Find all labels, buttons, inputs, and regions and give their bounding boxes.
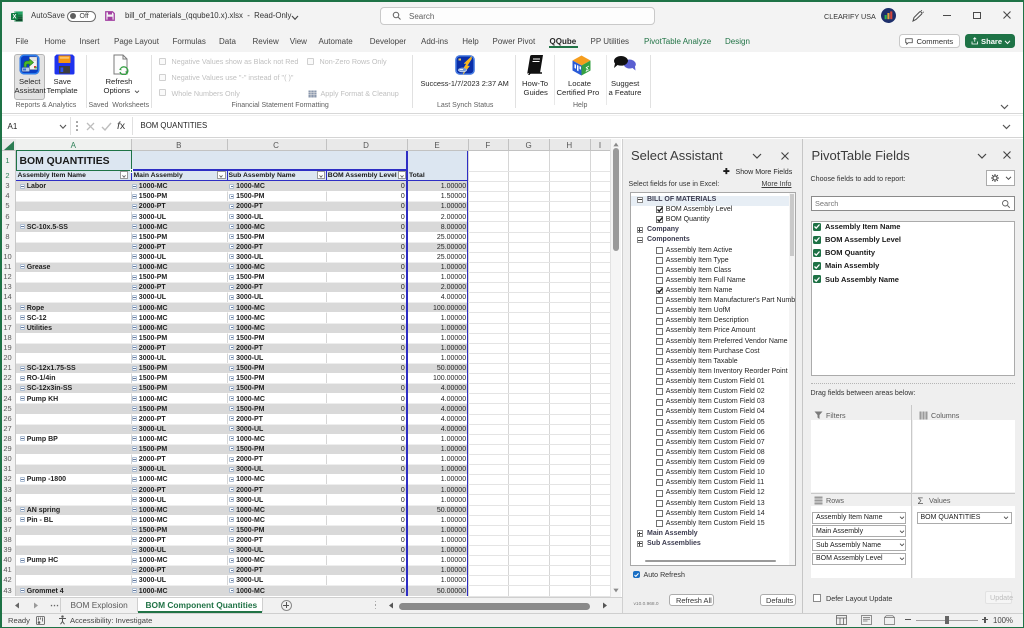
svg-text:X: X [12,14,16,20]
svg-text:Σ: Σ [585,65,589,74]
